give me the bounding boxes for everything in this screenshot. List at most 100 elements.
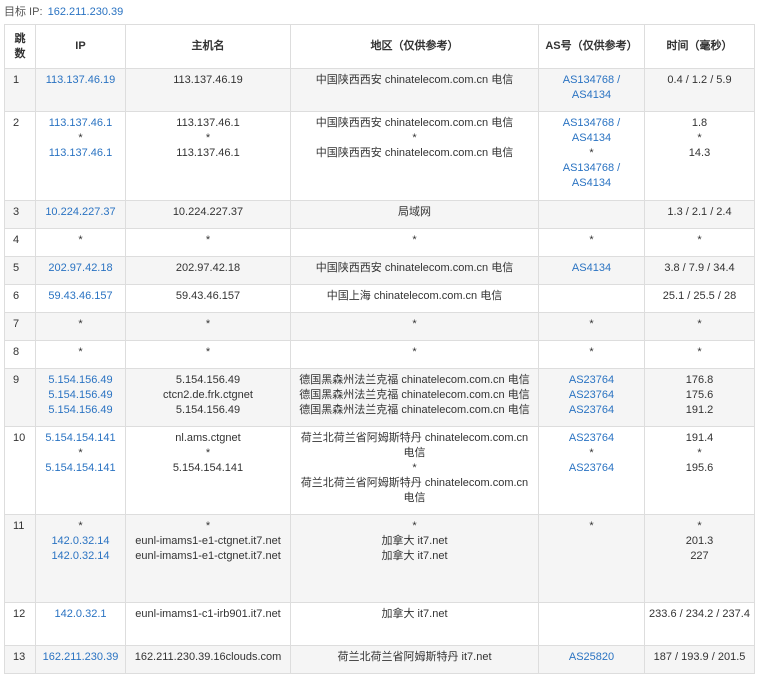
as-link[interactable]: AS23764 <box>542 388 641 403</box>
as-link[interactable]: AS23764 <box>542 431 641 446</box>
as-value: * <box>589 147 594 159</box>
hop-number-cell: 3 <box>4 200 36 229</box>
as-cell: AS23764 AS23764 AS23764 <box>538 368 645 427</box>
hostname-cell: 113.137.46.1 * 113.137.46.1 <box>125 111 291 201</box>
as-link[interactable]: AS23764 <box>542 373 641 388</box>
as-cell: AS134768 / AS4134 <box>538 68 645 112</box>
ip-link[interactable]: 142.0.32.1 <box>39 607 122 622</box>
host-value: eunl-imams1-e1-ctgnet.it7.net <box>135 535 281 547</box>
time-cell: * <box>644 228 755 257</box>
region-value: * <box>412 234 417 246</box>
region-value: 中国陕西西安 chinatelecom.com.cn 电信 <box>315 262 514 274</box>
time-value: * <box>697 132 702 144</box>
time-cell: 233.6 / 234.2 / 237.4 <box>644 602 755 646</box>
time-value: 176.8 <box>685 374 714 386</box>
ip-link[interactable]: 5.154.154.141 <box>39 431 122 446</box>
as-link[interactable]: AS134768 / AS4134 <box>542 161 641 191</box>
as-cell: * <box>538 514 645 603</box>
table-row: 4 * * * * * <box>4 228 755 257</box>
host-value: * <box>205 447 211 459</box>
time-value: 191.2 <box>685 404 714 416</box>
time-cell: 0.4 / 1.2 / 5.9 <box>644 68 755 112</box>
time-cell: 3.8 / 7.9 / 34.4 <box>644 256 755 285</box>
as-link[interactable]: AS23764 <box>542 461 641 476</box>
ip-link[interactable]: 5.154.156.49 <box>39 373 122 388</box>
header-time[interactable]: 时间（毫秒） <box>644 24 755 69</box>
region-value: 加拿大 it7.net <box>381 608 448 620</box>
hop-number-cell: 5 <box>4 256 36 285</box>
time-cell: 25.1 / 25.5 / 28 <box>644 284 755 313</box>
hop-number-cell: 7 <box>4 312 36 341</box>
time-value: 187 / 193.9 / 201.5 <box>653 651 746 663</box>
ip-link[interactable]: 142.0.32.14 <box>39 549 122 564</box>
hostname-cell: 59.43.46.157 <box>125 284 291 313</box>
ip-link[interactable]: 113.137.46.19 <box>39 73 122 88</box>
host-value: * <box>205 520 211 532</box>
time-value: 233.6 / 234.2 / 237.4 <box>649 608 750 620</box>
region-value: 加拿大 it7.net <box>381 550 448 562</box>
region-value: * <box>412 462 417 474</box>
ip-link[interactable]: 142.0.32.14 <box>39 534 122 549</box>
header-region[interactable]: 地区（仅供参考） <box>290 24 539 69</box>
hostname-cell: 162.211.230.39.16clouds.com <box>125 645 291 674</box>
as-link[interactable]: AS25820 <box>542 650 641 665</box>
as-link[interactable]: AS134768 / AS4134 <box>542 116 641 146</box>
region-value: 中国上海 chinatelecom.com.cn 电信 <box>326 290 503 302</box>
ip-link[interactable]: 10.224.227.37 <box>39 205 122 220</box>
table-row: 7 * * * * * <box>4 312 755 341</box>
hop-number-cell: 10 <box>4 426 36 515</box>
as-link[interactable]: AS134768 / AS4134 <box>542 73 641 103</box>
table-row: 6 59.43.46.157 59.43.46.157 中国上海 chinatelec… <box>4 284 755 313</box>
time-cell: 1.3 / 2.1 / 2.4 <box>644 200 755 229</box>
header-hop[interactable]: 跳数 <box>4 24 36 69</box>
as-link[interactable]: AS23764 <box>542 403 641 418</box>
table-row: 9 5.154.156.49 5.154.156.49 5.154.156.49 5.1… <box>4 368 755 427</box>
as-cell <box>538 200 645 229</box>
hostname-cell: * eunl-imams1-e1-ctgnet.it7.net eunl-imams… <box>125 514 291 603</box>
as-cell: * <box>538 228 645 257</box>
ip-link[interactable]: 113.137.46.1 <box>39 146 122 161</box>
ip-link[interactable]: 162.211.230.39 <box>39 650 122 665</box>
ip-link[interactable]: 5.154.156.49 <box>39 388 122 403</box>
host-value: eunl-imams1-c1-irb901.it7.net <box>135 608 281 620</box>
time-value: 195.6 <box>685 462 714 474</box>
header-ip[interactable]: IP <box>35 24 126 69</box>
ip-link[interactable]: 202.97.42.18 <box>39 261 122 276</box>
region-value: * <box>412 318 417 330</box>
region-cell: 加拿大 it7.net <box>290 602 539 646</box>
ip-cell: 5.154.154.141 * 5.154.154.141 <box>35 426 126 515</box>
host-value: 162.211.230.39.16clouds.com <box>134 651 282 663</box>
as-link[interactable]: AS4134 <box>542 261 641 276</box>
ip-link[interactable]: 5.154.156.49 <box>39 403 122 418</box>
region-cell: 中国陕西西安 chinatelecom.com.cn 电信 <box>290 256 539 285</box>
ip-link[interactable]: 113.137.46.1 <box>39 116 122 131</box>
table-body: 1 113.137.46.19 113.137.46.19 中国陕西西安 chinat… <box>4 68 755 674</box>
region-value: * <box>412 346 417 358</box>
hop-number-cell: 1 <box>4 68 36 112</box>
hop-number-cell: 13 <box>4 645 36 674</box>
hostname-cell: * <box>125 340 291 369</box>
hostname-cell: 10.224.227.37 <box>125 200 291 229</box>
time-value: 201.3 <box>685 535 714 547</box>
ip-cell: 59.43.46.157 <box>35 284 126 313</box>
ip-link[interactable]: 59.43.46.157 <box>39 289 122 304</box>
region-cell: * 加拿大 it7.net 加拿大 it7.net <box>290 514 539 603</box>
host-value: nl.ams.ctgnet <box>175 432 241 444</box>
header-hostname[interactable]: 主机名 <box>125 24 291 69</box>
header-as[interactable]: AS号（仅供参考） <box>538 24 645 69</box>
time-cell: * <box>644 312 755 341</box>
region-value: 德国黑森州法兰克福 chinatelecom.com.cn 电信 <box>299 374 530 386</box>
ip-link[interactable]: 5.154.154.141 <box>39 461 122 476</box>
ip-value: * <box>78 346 83 358</box>
as-cell: * <box>538 312 645 341</box>
host-value: * <box>205 346 211 358</box>
time-value: 25.1 / 25.5 / 28 <box>662 290 737 302</box>
host-value: 59.43.46.157 <box>175 290 241 302</box>
time-value: * <box>697 520 702 532</box>
hop-number-cell: 4 <box>4 228 36 257</box>
region-value: * <box>412 132 417 144</box>
ip-cell: 5.154.156.49 5.154.156.49 5.154.156.49 <box>35 368 126 427</box>
region-value: * <box>412 520 417 532</box>
region-cell: 荷兰北荷兰省阿姆斯特丹 it7.net <box>290 645 539 674</box>
region-cell: 中国陕西西安 chinatelecom.com.cn 电信 <box>290 68 539 112</box>
